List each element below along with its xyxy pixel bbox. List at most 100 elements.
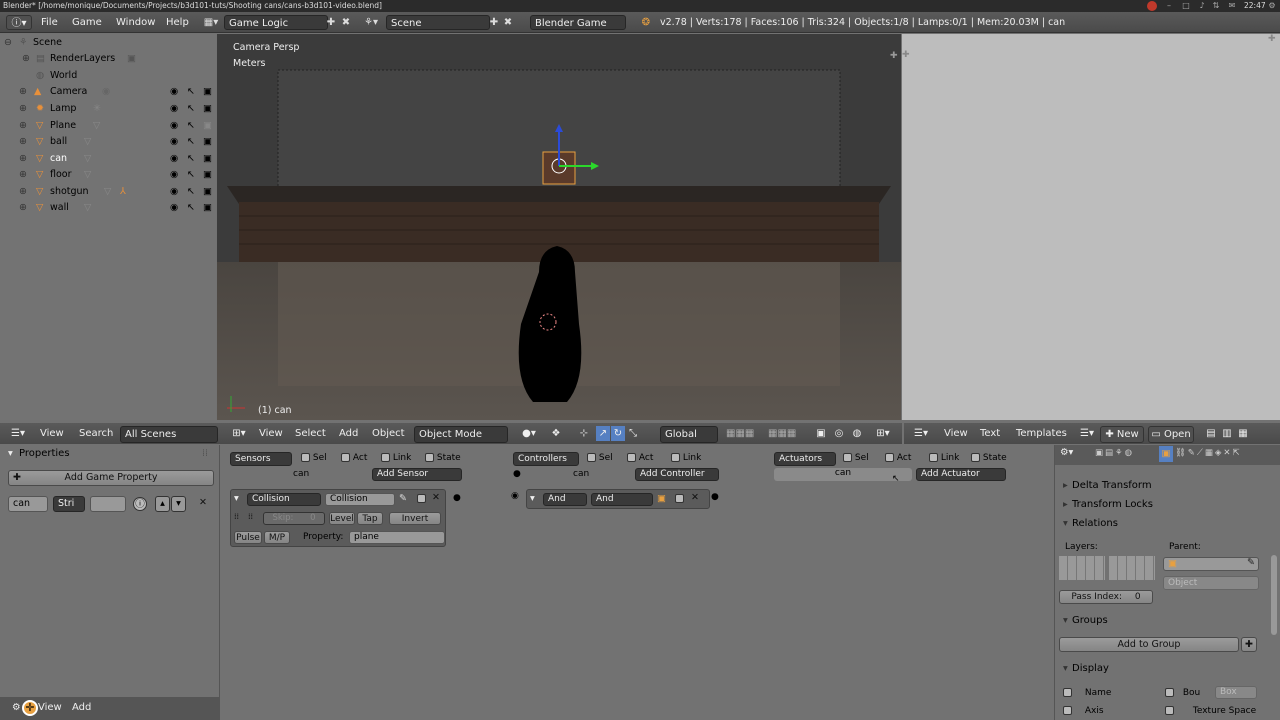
visibility-eye-icon[interactable]: ◉ [170, 118, 178, 134]
collapse-icon[interactable]: ▾ [1063, 663, 1068, 674]
maximize-icon[interactable]: □ [1180, 0, 1192, 12]
visibility-eye-icon[interactable]: ◉ [170, 167, 178, 183]
remove-screen-icon[interactable]: ✖ [340, 15, 352, 30]
new-text-button[interactable]: ✚ New [1100, 426, 1144, 443]
menu-object[interactable]: Object [372, 426, 405, 441]
checkbox[interactable] [1165, 706, 1174, 715]
checkbox[interactable] [425, 453, 434, 462]
bounds-type-select[interactable]: Box [1215, 686, 1257, 699]
menu-add[interactable]: Add [72, 702, 91, 713]
select-arrow-icon[interactable]: ↖ [187, 118, 195, 134]
render-icon[interactable]: ▣ [203, 167, 212, 183]
syntax-highlight-icon[interactable]: ▦ [1236, 426, 1250, 441]
proportional-edit-icon[interactable]: ◎ [832, 426, 846, 441]
visibility-eye-icon[interactable]: ◉ [170, 134, 178, 150]
skip-field[interactable]: Skip: 0 [263, 512, 325, 525]
expand-icon[interactable]: ⊕ [19, 134, 27, 150]
add-sensor-select[interactable]: Add Sensor [372, 468, 462, 481]
outliner-item-shotgun[interactable]: ⊕ ▽ shotgun ▽ ⅄ ◉ ↖ ▣ [0, 184, 216, 200]
drag-handle-icon[interactable]: ⁞⁞ [202, 448, 208, 459]
parent-type-select[interactable]: Object [1163, 576, 1259, 590]
render-icon[interactable]: ▣ [203, 134, 212, 150]
layers-grid[interactable]: ▦▦▦ [726, 426, 762, 441]
checkbox[interactable] [971, 453, 980, 462]
remove-controller-icon[interactable]: ✕ [691, 492, 699, 503]
render-icon[interactable]: ▣ [203, 151, 212, 167]
editor-type-outliner-icon[interactable]: ☰▾ [6, 426, 30, 441]
property-name-field[interactable]: can [8, 496, 48, 512]
mp-button[interactable]: M/P [264, 531, 290, 544]
checkbox[interactable] [627, 453, 636, 462]
object-tab-icon[interactable]: ▣ [1159, 446, 1173, 462]
invert-button[interactable]: Invert [389, 512, 441, 525]
menu-window[interactable]: Window [116, 15, 155, 30]
menu-game[interactable]: Game [72, 15, 102, 30]
and-controller-brick[interactable]: ▾ And And ▣ ✕ [526, 489, 710, 509]
relations-header[interactable]: Relations [1072, 518, 1118, 529]
select-arrow-icon[interactable]: ↖ [187, 101, 195, 117]
outliner-item-plane[interactable]: ⊕ ▽ Plane ▽ ◉ ↖ ▣ [0, 118, 216, 134]
mail-icon[interactable]: ✉ [1226, 0, 1238, 12]
sensor-type-select[interactable]: Collision [247, 493, 321, 506]
mode-select[interactable]: Object Mode [414, 426, 508, 443]
menu-view[interactable]: View [40, 426, 64, 441]
remove-property-icon[interactable]: ✕ [197, 497, 209, 508]
lock-layers-icon[interactable]: ▣ [814, 426, 828, 441]
collapse-icon[interactable]: ▾ [1063, 615, 1068, 626]
scale-icon[interactable]: ⤡ [626, 426, 640, 441]
orientation-select[interactable]: Global [660, 426, 718, 443]
remove-sensor-icon[interactable]: ✕ [432, 492, 440, 503]
select-arrow-icon[interactable]: ↖ [187, 84, 195, 100]
add-controller-select[interactable]: Add Controller [635, 468, 719, 481]
sensor-name-field[interactable]: Collision [325, 493, 395, 506]
collapse-icon[interactable]: ▾ [530, 493, 535, 504]
checkbox[interactable] [587, 453, 596, 462]
screen-layout-icon[interactable]: ▦▾ [199, 15, 223, 30]
logic-editor[interactable]: Sensors Sel Act Link State can Add Senso… [221, 445, 1054, 720]
layers-grid-right[interactable] [1109, 556, 1155, 580]
outliner-item-wall[interactable]: ⊕ ▽ wall ▽ ◉ ↖ ▣ [0, 200, 216, 216]
pin-icon[interactable]: ✎ [399, 493, 407, 504]
menu-templates[interactable]: Templates [1016, 426, 1067, 441]
bounds-toggle[interactable]: Bou [1165, 688, 1200, 698]
checkbox[interactable] [843, 453, 852, 462]
select-arrow-icon[interactable]: ↖ [187, 167, 195, 183]
screen-name-field[interactable]: Game Logic [224, 15, 328, 30]
property-field[interactable]: plane [349, 531, 445, 544]
property-value-field[interactable] [90, 496, 126, 512]
checkbox[interactable] [1165, 688, 1174, 697]
sensors-sel-toggle[interactable]: Sel [301, 453, 327, 463]
visibility-eye-icon[interactable]: ◉ [170, 84, 178, 100]
render-icon[interactable]: ▣ [203, 200, 212, 216]
menu-file[interactable]: File [41, 15, 58, 30]
outliner-item-scene[interactable]: ⊖ ⚘ Scene [0, 35, 216, 51]
text-editor-area[interactable]: ✚ ✚ [902, 34, 1280, 420]
pivot-icon[interactable]: ❖ [548, 426, 564, 441]
controllers-sel-toggle[interactable]: Sel [587, 453, 613, 463]
expand-icon[interactable]: ⊕ [19, 118, 27, 134]
controller-name-field[interactable]: And [591, 493, 653, 506]
info-debug-icon[interactable]: ⓘ [133, 497, 147, 511]
controllers-link-dot[interactable]: ● [513, 469, 521, 479]
visibility-eye-icon[interactable]: ◉ [170, 101, 178, 117]
more-context-tabs-icons[interactable]: ⛓✎⟋▦◈✕⇱ [1175, 448, 1242, 458]
outliner-item-camera[interactable]: ⊕ ▲ Camera ◉ ◉ ↖ ▣ [0, 84, 216, 100]
collapse-icon[interactable]: ▾ [1063, 518, 1068, 529]
sensors-act-toggle[interactable]: Act [341, 453, 367, 463]
menu-search[interactable]: Search [79, 426, 113, 441]
render-icon[interactable]: ▣ [203, 101, 212, 117]
close-window-button[interactable] [1147, 1, 1157, 11]
menu-help[interactable]: Help [166, 15, 189, 30]
split-area-icon[interactable]: ✚ [1268, 34, 1276, 44]
expand-icon[interactable]: ▸ [1063, 480, 1068, 491]
menu-view[interactable]: View [259, 426, 283, 441]
checkbox[interactable] [671, 453, 680, 462]
name-toggle[interactable]: Name [1063, 688, 1111, 698]
controllers-act-toggle[interactable]: Act [627, 453, 653, 463]
move-down-icon[interactable]: ▾ [171, 496, 186, 512]
collapse-icon[interactable]: ▾ [234, 493, 239, 504]
open-text-button[interactable]: ▭ Open [1148, 426, 1194, 443]
minimize-icon[interactable]: – [1163, 0, 1175, 12]
sensors-state-toggle[interactable]: State [425, 453, 461, 463]
checkbox[interactable] [417, 494, 426, 503]
